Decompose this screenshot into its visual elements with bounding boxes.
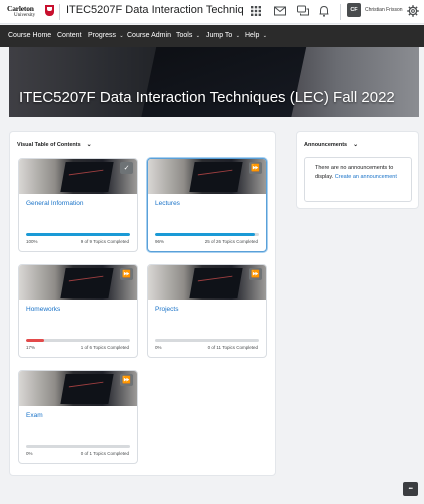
progress-percent: 17% [26,345,36,350]
module-card-lectures[interactable]: ⏩ Lectures 96% 25 of 26 Topics Completed [147,158,267,252]
chevron-down-icon: ⌄ [353,142,359,148]
progress-fill [26,339,44,342]
nav-label: Jump To [206,32,233,39]
progress-bar [155,233,259,236]
fast-forward-icon: ⏩ [249,162,262,174]
progress-fill [26,233,130,236]
module-title[interactable]: Exam [26,412,43,419]
user-name[interactable]: Christian Frisson [365,7,403,13]
module-card-homeworks[interactable]: ⏩ Homeworks 17% 1 of 6 Topics Completed [18,264,138,358]
nav-label: Course Home [8,32,52,39]
fast-forward-icon: ⏩ [249,268,262,280]
nav-course-home[interactable]: Course Home [8,32,51,39]
course-title-link[interactable]: ITEC5207F Data Interaction Techniques (.… [66,4,244,16]
chat-icon[interactable] [296,4,310,18]
logo-text-line1: Carleton [7,4,34,13]
nav-content[interactable]: Content [57,32,82,39]
module-title[interactable]: Homeworks [26,306,60,313]
banner-title: ITEC5207F Data Interaction Techniques (L… [19,89,395,106]
header-divider-right [340,4,341,20]
nav-label: Content [57,32,82,39]
topics-completed: 1 of 6 Topics Completed [80,345,129,350]
banner-image [140,47,308,117]
more-options-button[interactable]: ••• [403,482,418,496]
app-grid-icon[interactable] [249,4,263,18]
announcements-title: Announcements [304,142,348,148]
progress-percent: 100% [26,239,38,244]
visual-toc-panel: Visual Table of Contents ⌄ ✓ General Info… [9,131,276,476]
course-navbar: Course Home Content Progress ⌄ Course Ad… [0,25,424,47]
module-title[interactable]: Lectures [155,200,180,207]
fast-forward-icon: ⏩ [120,268,133,280]
carleton-logo[interactable]: Carleton University [7,4,55,21]
progress-bar [26,445,130,448]
chevron-down-icon: ⌄ [118,33,124,39]
chevron-down-icon: ⌄ [261,33,267,39]
chevron-down-icon: ⌄ [234,33,240,39]
toc-title: Visual Table of Contents [17,142,81,148]
nav-jump-to[interactable]: Jump To ⌄ [206,32,240,39]
module-card-projects[interactable]: ⏩ Projects 0% 0 of 11 Topics Completed [147,264,267,358]
progress-bar [155,339,259,342]
nav-progress[interactable]: Progress ⌄ [88,32,124,39]
shield-icon [45,5,54,16]
chevron-down-icon: ⌄ [194,33,200,39]
check-icon: ✓ [120,162,133,174]
topics-completed: 0 of 1 Topics Completed [80,451,129,456]
nav-tools[interactable]: Tools ⌄ [176,32,200,39]
module-card-exam[interactable]: ⏩ Exam 0% 0 of 1 Topics Completed [18,370,138,464]
bell-icon[interactable] [317,4,331,18]
avatar[interactable]: CF [347,3,361,17]
fast-forward-icon: ⏩ [120,374,133,386]
nav-label: Help [245,32,260,39]
nav-label: Progress [88,32,117,39]
module-card-general-information[interactable]: ✓ General Information 100% 9 of 9 Topics… [18,158,138,252]
mail-icon[interactable] [273,4,287,18]
nav-course-admin[interactable]: Course Admin [127,32,171,39]
topics-completed: 0 of 11 Topics Completed [207,345,258,350]
nav-help[interactable]: Help ⌄ [245,32,267,39]
module-title[interactable]: General Information [26,200,83,207]
toc-header[interactable]: Visual Table of Contents ⌄ [17,141,92,148]
nav-label: Tools [176,32,193,39]
progress-bar [26,339,130,342]
progress-percent: 0% [155,345,162,350]
nav-label: Course Admin [127,32,171,39]
progress-fill [155,233,255,236]
more-icon: ••• [408,486,413,492]
announcements-header[interactable]: Announcements ⌄ [304,141,358,148]
topics-completed: 9 of 9 Topics Completed [80,239,129,244]
announcements-empty-state: There are no announcements to display. C… [304,157,412,202]
top-bar: Carleton University ITEC5207F Data Inter… [0,0,424,24]
module-title[interactable]: Projects [155,306,178,313]
header-divider [59,4,60,20]
progress-percent: 96% [155,239,165,244]
gear-icon[interactable] [406,4,420,18]
progress-bar [26,233,130,236]
chevron-down-icon: ⌄ [86,142,92,148]
progress-percent: 0% [26,451,33,456]
course-banner: ITEC5207F Data Interaction Techniques (L… [9,47,419,117]
topics-completed: 25 of 26 Topics Completed [204,239,258,244]
logo-text-line2: University [14,13,36,18]
create-announcement-link[interactable]: Create an announcement [335,174,397,180]
announcements-panel: Announcements ⌄ There are no announcement… [296,131,419,209]
